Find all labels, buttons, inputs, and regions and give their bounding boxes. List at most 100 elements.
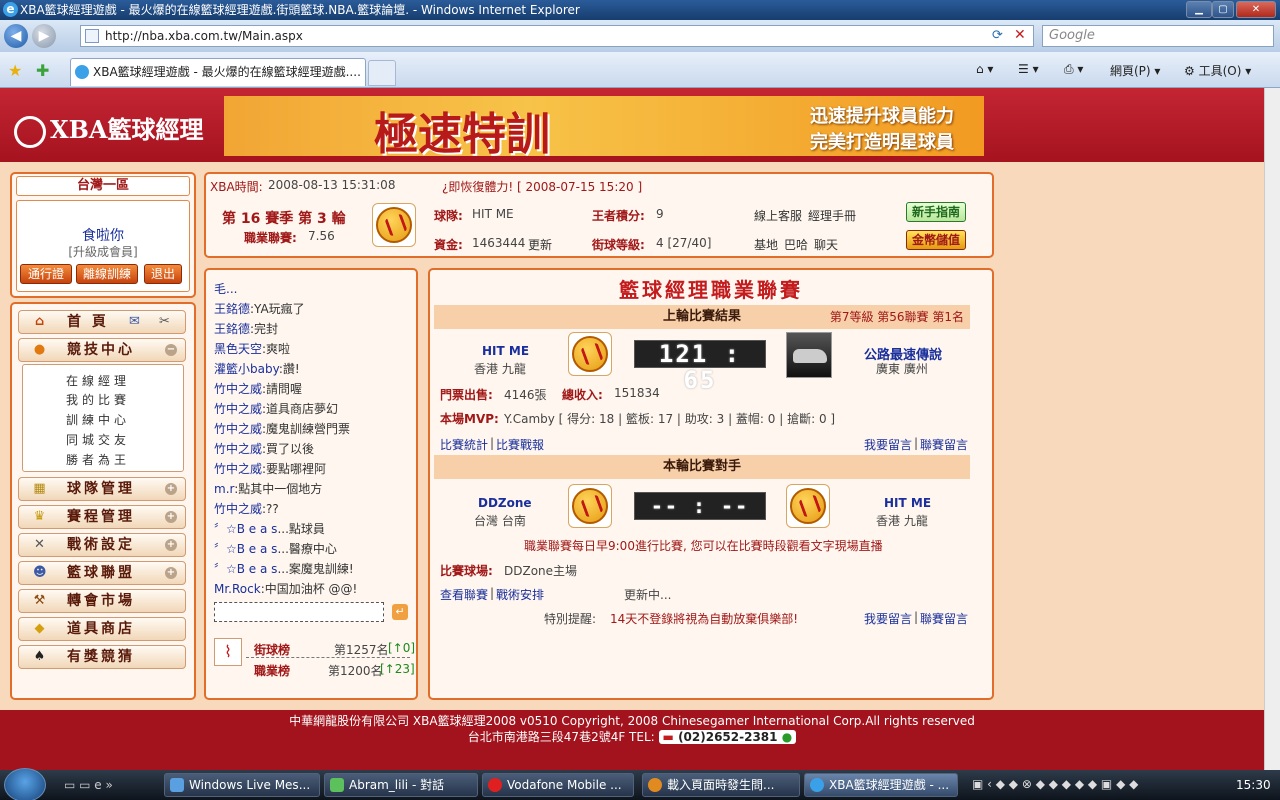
chat-author[interactable]: 黑色天空 bbox=[214, 342, 262, 356]
chat-author[interactable]: 〞☆B e a s bbox=[214, 562, 277, 576]
view-league-link[interactable]: 查看聯賽 bbox=[440, 586, 488, 603]
menu-lottery[interactable]: ♠ 有獎競猜 bbox=[18, 645, 186, 669]
tray-icons[interactable]: ▣ ‹ ◆ ◆ ⊗ ◆ ◆ ◆ ◆ ◆ ▣ ◆ ◆ bbox=[972, 777, 1138, 791]
add-favorites-icon[interactable]: ✚ bbox=[36, 61, 49, 80]
stats-link[interactable]: 比賽統計 bbox=[440, 436, 488, 453]
beginner-guide-button[interactable]: 新手指南 bbox=[906, 202, 966, 222]
clock[interactable]: 15:30 bbox=[1236, 778, 1271, 792]
feeds-icon[interactable]: ☰ ▾ bbox=[1018, 62, 1039, 76]
menu-tactics[interactable]: ✕ 戰術設定 + bbox=[18, 533, 186, 557]
base-link[interactable]: 基地 bbox=[754, 236, 778, 253]
chat-author[interactable]: 毛... bbox=[214, 282, 237, 296]
chat-author[interactable]: 〞☆B e a s bbox=[214, 542, 277, 556]
submenu-friends[interactable]: 同城交友 bbox=[66, 431, 130, 448]
tactic-link[interactable]: 戰術安排 bbox=[496, 586, 544, 603]
next-home-city: 台灣 台南 bbox=[474, 514, 526, 528]
mail-icon[interactable]: ✉ bbox=[129, 311, 140, 333]
menu-schedule[interactable]: ♛ 賽程管理 + bbox=[18, 505, 186, 529]
footer-address-text: 台北市南港路三段47巷2號4F TEL: bbox=[467, 730, 655, 744]
offline-training-button[interactable]: 離線訓練 bbox=[76, 264, 138, 284]
search-input[interactable]: Google bbox=[1042, 25, 1274, 47]
chat-input[interactable] bbox=[214, 602, 384, 622]
king-value: 9 bbox=[656, 207, 664, 221]
page-scrollbar[interactable] bbox=[1264, 88, 1280, 770]
stop-icon[interactable]: ✕ bbox=[1014, 27, 1026, 43]
menu-transfer-label: 轉會市場 bbox=[67, 593, 135, 609]
favorites-star-icon[interactable]: ★ bbox=[8, 61, 22, 80]
chat-author[interactable]: 竹中之威 bbox=[214, 382, 262, 396]
chat-link[interactable]: 聊天 bbox=[814, 236, 838, 253]
chat-author[interactable]: 〞☆B e a s bbox=[214, 522, 277, 536]
minimize-button[interactable]: ▁ bbox=[1186, 1, 1212, 18]
menu-league[interactable]: ☻ 籃球聯盟 + bbox=[18, 561, 186, 585]
next-home-name[interactable]: DDZone bbox=[478, 496, 532, 510]
taskbar-item-label: Abram_lili - 對話 bbox=[349, 778, 445, 792]
home-team-name[interactable]: HIT ME bbox=[482, 344, 529, 358]
menu-shop[interactable]: ◆ 道具商店 bbox=[18, 617, 186, 641]
chat-author[interactable]: 王銘德 bbox=[214, 302, 250, 316]
submenu-my-games[interactable]: 我的比賽 bbox=[66, 391, 130, 408]
pass-button[interactable]: 通行證 bbox=[20, 264, 72, 284]
chat-author[interactable]: 王銘德 bbox=[214, 322, 250, 336]
chat-message: Mr.Rock:中国加油杯 @@! bbox=[214, 580, 357, 597]
submenu-winner[interactable]: 勝者為王 bbox=[66, 451, 130, 468]
refresh-icon[interactable]: ⟳ bbox=[992, 28, 1003, 43]
close-button[interactable]: ✕ bbox=[1236, 1, 1276, 18]
chat-author[interactable]: Mr.Rock bbox=[214, 582, 261, 596]
chat-author[interactable]: 灌籃小baby bbox=[214, 362, 279, 376]
chat-author[interactable]: 竹中之威 bbox=[214, 422, 262, 436]
tools-menu[interactable]: ⚙ 工具(O) ▾ bbox=[1184, 62, 1251, 79]
taskbar-item-messenger[interactable]: Windows Live Mes... bbox=[164, 773, 320, 797]
chat-message: 竹中之威:請問喔 bbox=[214, 380, 302, 397]
next-away-name[interactable]: HIT ME bbox=[884, 496, 931, 510]
comment-link-2[interactable]: 我要留言 bbox=[864, 610, 912, 627]
home-icon[interactable]: ⌂ ▾ bbox=[976, 62, 993, 76]
quicklaunch-icons[interactable]: ▭ ▭ e » bbox=[64, 778, 113, 792]
logout-button[interactable]: 退出 bbox=[144, 264, 182, 284]
menu-transfer[interactable]: ⚒ 轉會市場 bbox=[18, 589, 186, 613]
link-separator: | bbox=[914, 436, 919, 450]
promo-banner[interactable]: 極速特訓 迅速提升球員能力 完美打造明星球員 bbox=[224, 96, 984, 156]
chat-author[interactable]: 竹中之威 bbox=[214, 402, 262, 416]
street-rank-label[interactable]: 街球榜 bbox=[254, 641, 290, 658]
taskbar-item-chat[interactable]: Abram_lili - 對話 bbox=[324, 773, 478, 797]
tab-xba[interactable]: XBA籃球經理遊戲 - 最火爆的在線籃球經理遊戲.... bbox=[70, 58, 366, 86]
baha-link[interactable]: 巴哈 bbox=[784, 236, 808, 253]
league-rank-label[interactable]: 職業榜 bbox=[254, 662, 290, 679]
back-button[interactable]: ◀ bbox=[4, 24, 28, 48]
submenu-training[interactable]: 訓練中心 bbox=[66, 411, 130, 428]
upgrade-link[interactable]: [升級成會員] bbox=[16, 243, 190, 260]
taskbar-item-vodafone[interactable]: Vodafone Mobile ... bbox=[482, 773, 634, 797]
taskbar-item-ie[interactable]: XBA籃球經理遊戲 - ... bbox=[804, 773, 958, 797]
tools-icon[interactable]: ✂ bbox=[159, 311, 170, 333]
chat-author[interactable]: 竹中之威 bbox=[214, 462, 262, 476]
chat-author[interactable]: m.r bbox=[214, 482, 234, 496]
menu-home[interactable]: ⌂ 首 頁 ✉ ✂ bbox=[18, 310, 186, 334]
gold-topup-button[interactable]: 金幣儲值 bbox=[906, 230, 966, 250]
report-link[interactable]: 比賽戰報 bbox=[496, 436, 544, 453]
refresh-link[interactable]: 更新 bbox=[528, 236, 552, 253]
start-button[interactable] bbox=[4, 768, 46, 800]
ie-icon bbox=[810, 778, 824, 792]
chat-author[interactable]: 竹中之威 bbox=[214, 502, 262, 516]
chat-author[interactable]: 竹中之威 bbox=[214, 442, 262, 456]
chat-message: 竹中之威:要點哪裡阿 bbox=[214, 460, 326, 477]
menu-arena[interactable]: ● 競技中心 − bbox=[18, 338, 186, 362]
service-link[interactable]: 線上客服 bbox=[754, 207, 802, 224]
taskbar-item-firefox[interactable]: 載入頁面時發生問... bbox=[642, 773, 800, 797]
new-tab-button[interactable] bbox=[368, 60, 396, 86]
submenu-online-manager[interactable]: 在線經理 bbox=[66, 372, 130, 389]
league-comment-link-2[interactable]: 聯賽留言 bbox=[920, 610, 968, 627]
send-icon[interactable]: ↵ bbox=[392, 604, 408, 620]
print-icon[interactable]: ⎙ ▾ bbox=[1064, 62, 1083, 77]
league-comment-link[interactable]: 聯賽留言 bbox=[920, 436, 968, 453]
menu-team[interactable]: ▦ 球隊管理 + bbox=[18, 477, 186, 501]
site-footer: 中華網龍股份有限公司 XBA籃球經理2008 v0510 Copyright, … bbox=[0, 710, 1264, 770]
xba-logo[interactable]: XBA籃球經理 bbox=[14, 110, 204, 148]
forward-button[interactable]: ▶ bbox=[32, 24, 56, 48]
comment-link[interactable]: 我要留言 bbox=[864, 436, 912, 453]
address-bar[interactable]: http://nba.xba.com.tw/Main.aspx bbox=[80, 25, 1034, 47]
page-menu[interactable]: 網頁(P) ▾ bbox=[1110, 62, 1160, 79]
maximize-button[interactable]: ▢ bbox=[1212, 1, 1234, 18]
manual-link[interactable]: 經理手冊 bbox=[808, 207, 856, 224]
